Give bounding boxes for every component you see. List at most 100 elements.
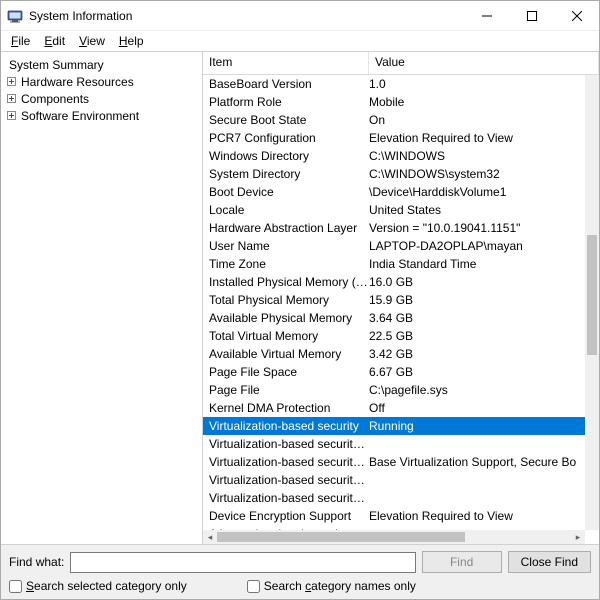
cell-item: System Directory xyxy=(203,167,369,181)
find-button[interactable]: Find xyxy=(422,551,502,573)
column-header-item[interactable]: Item xyxy=(203,52,369,74)
expand-icon[interactable] xyxy=(5,93,17,105)
search-category-names-only-box[interactable] xyxy=(247,580,260,593)
cell-value: 15.9 GB xyxy=(369,293,585,307)
cell-value: 1.0 xyxy=(369,77,585,91)
table-row[interactable]: Platform RoleMobile xyxy=(203,93,585,111)
cell-item: Virtualization-based security Ava... xyxy=(203,455,369,469)
cell-value: C:\pagefile.sys xyxy=(369,383,585,397)
table-row[interactable]: Page File Space6.67 GB xyxy=(203,363,585,381)
details-pane: Item Value BaseBoard Version1.0Platform … xyxy=(203,52,599,544)
cell-item: Locale xyxy=(203,203,369,217)
tree-item[interactable]: Components xyxy=(3,90,202,107)
cell-item: Page File Space xyxy=(203,365,369,379)
cell-item: Hardware Abstraction Layer xyxy=(203,221,369,235)
find-input[interactable] xyxy=(70,552,415,573)
minimize-button[interactable] xyxy=(464,1,509,31)
cell-item: Windows Directory xyxy=(203,149,369,163)
cell-item: Installed Physical Memory (RAM) xyxy=(203,275,369,289)
cell-item: Device Encryption Support xyxy=(203,509,369,523)
scroll-left-icon[interactable]: ◂ xyxy=(203,530,217,544)
table-row[interactable]: PCR7 ConfigurationElevation Required to … xyxy=(203,129,585,147)
menu-file[interactable]: File xyxy=(5,33,36,49)
table-row[interactable]: LocaleUnited States xyxy=(203,201,585,219)
scroll-right-icon[interactable]: ▸ xyxy=(571,530,585,544)
table-row[interactable]: Total Virtual Memory22.5 GB xyxy=(203,327,585,345)
title-bar: System Information xyxy=(1,1,599,31)
tree-item-label: Components xyxy=(19,92,91,106)
search-category-names-only-checkbox[interactable]: Search category names only xyxy=(247,579,416,593)
table-row[interactable]: Virtualization-based security Ava...Base… xyxy=(203,453,585,471)
cell-value: C:\WINDOWS xyxy=(369,149,585,163)
table-row[interactable]: System DirectoryC:\WINDOWS\system32 xyxy=(203,165,585,183)
table-row[interactable]: Hardware Abstraction LayerVersion = "10.… xyxy=(203,219,585,237)
table-row[interactable]: Device Encryption SupportElevation Requi… xyxy=(203,507,585,525)
tree-item[interactable]: Hardware Resources xyxy=(3,73,202,90)
maximize-button[interactable] xyxy=(509,1,554,31)
cell-value: 16.0 GB xyxy=(369,275,585,289)
table-row[interactable]: Boot Device\Device\HarddiskVolume1 xyxy=(203,183,585,201)
cell-value: Elevation Required to View xyxy=(369,509,585,523)
column-header-value[interactable]: Value xyxy=(369,52,599,74)
cell-item: User Name xyxy=(203,239,369,253)
close-find-button[interactable]: Close Find xyxy=(508,551,591,573)
cell-value: United States xyxy=(369,203,585,217)
cell-value: Running xyxy=(369,419,585,433)
close-button[interactable] xyxy=(554,1,599,31)
search-selected-only-checkbox[interactable]: Search selected category only xyxy=(9,579,187,593)
table-row[interactable]: BaseBoard Version1.0 xyxy=(203,75,585,93)
category-tree[interactable]: System Summary Hardware Resources Compone… xyxy=(1,52,203,544)
cell-item: Virtualization-based security xyxy=(203,419,369,433)
table-row[interactable]: Kernel DMA ProtectionOff xyxy=(203,399,585,417)
menu-help[interactable]: Help xyxy=(113,33,150,49)
cell-item: Page File xyxy=(203,383,369,397)
table-row[interactable]: Virtualization-based security Ser... xyxy=(203,471,585,489)
tree-item-label: Software Environment xyxy=(19,109,141,123)
table-row[interactable]: User NameLAPTOP-DA2OPLAP\mayan xyxy=(203,237,585,255)
cell-value: Version = "10.0.19041.1151" xyxy=(369,221,585,235)
cell-value: C:\WINDOWS\system32 xyxy=(369,167,585,181)
cell-value: 3.42 GB xyxy=(369,347,585,361)
menu-bar: File Edit View Help xyxy=(1,31,599,51)
cell-value: Elevation Required to View xyxy=(369,131,585,145)
cell-value: India Standard Time xyxy=(369,257,585,271)
cell-item: Time Zone xyxy=(203,257,369,271)
table-row[interactable]: Virtualization-based securityRunning xyxy=(203,417,585,435)
cell-value: 6.67 GB xyxy=(369,365,585,379)
cell-item: Available Physical Memory xyxy=(203,311,369,325)
tree-root-label: System Summary xyxy=(7,58,106,72)
horizontal-scroll-thumb[interactable] xyxy=(217,532,465,542)
search-selected-only-box[interactable] xyxy=(9,580,22,593)
list-body[interactable]: BaseBoard Version1.0Platform RoleMobileS… xyxy=(203,75,599,544)
table-row[interactable]: Total Physical Memory15.9 GB xyxy=(203,291,585,309)
table-row[interactable]: Windows DirectoryC:\WINDOWS xyxy=(203,147,585,165)
cell-item: BaseBoard Version xyxy=(203,77,369,91)
table-row[interactable]: Time ZoneIndia Standard Time xyxy=(203,255,585,273)
table-row[interactable]: Page FileC:\pagefile.sys xyxy=(203,381,585,399)
cell-item: Total Virtual Memory xyxy=(203,329,369,343)
find-label: Find what: xyxy=(9,555,64,569)
table-row[interactable]: Available Virtual Memory3.42 GB xyxy=(203,345,585,363)
menu-view[interactable]: View xyxy=(73,33,111,49)
cell-item: Kernel DMA Protection xyxy=(203,401,369,415)
cell-item: Virtualization-based security Ser... xyxy=(203,473,369,487)
expand-icon[interactable] xyxy=(5,76,17,88)
vertical-scroll-thumb[interactable] xyxy=(587,235,597,355)
cell-item: Virtualization-based security Ser... xyxy=(203,491,369,505)
table-row[interactable]: Available Physical Memory3.64 GB xyxy=(203,309,585,327)
cell-item: Boot Device xyxy=(203,185,369,199)
menu-edit[interactable]: Edit xyxy=(38,33,71,49)
table-row[interactable]: Virtualization-based security Req... xyxy=(203,435,585,453)
table-row[interactable]: Virtualization-based security Ser... xyxy=(203,489,585,507)
cell-item: Secure Boot State xyxy=(203,113,369,127)
table-row[interactable]: Secure Boot StateOn xyxy=(203,111,585,129)
cell-item: PCR7 Configuration xyxy=(203,131,369,145)
vertical-scrollbar[interactable] xyxy=(585,75,599,530)
window-title: System Information xyxy=(29,9,132,23)
tree-item[interactable]: Software Environment xyxy=(3,107,202,124)
horizontal-scrollbar[interactable]: ◂ ▸ xyxy=(203,530,585,544)
table-row[interactable]: Installed Physical Memory (RAM)16.0 GB xyxy=(203,273,585,291)
tree-root[interactable]: System Summary xyxy=(3,56,202,73)
expand-icon[interactable] xyxy=(5,110,17,122)
app-icon xyxy=(7,8,23,24)
